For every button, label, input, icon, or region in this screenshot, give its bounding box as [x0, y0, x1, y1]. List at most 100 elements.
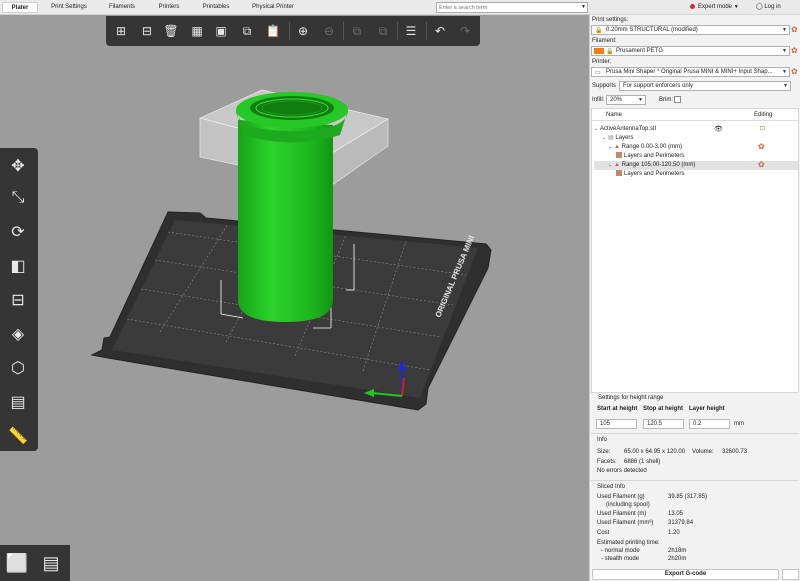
cut-icon[interactable]: ⊟	[4, 286, 32, 314]
paint-supports-icon[interactable]: ◈	[4, 320, 32, 348]
copy-icon[interactable]: ⧉	[236, 20, 258, 42]
object-list-header: Name Editing	[592, 109, 798, 121]
stop-label: Stop at height	[643, 406, 683, 412]
tab-physical-printer[interactable]: Physical Printer	[248, 2, 298, 13]
settings-icon	[616, 170, 622, 177]
scene-canvas[interactable]: ORIGINAL PRUSA MINI	[0, 15, 589, 581]
undo-icon[interactable]: ↶	[429, 20, 451, 42]
divider	[591, 480, 799, 481]
tab-printers[interactable]: Printers	[154, 2, 184, 13]
search-input[interactable]	[437, 3, 579, 12]
arrange-selection-icon[interactable]: ▣	[210, 20, 232, 42]
range-2-label: Range 105.00-120.50 (mm)	[621, 162, 696, 168]
stop-height-input[interactable]: 120.5	[643, 419, 684, 429]
measure-icon[interactable]: 📏	[4, 422, 32, 450]
tree-row-settings-1[interactable]: Layers and Perimeters	[616, 152, 798, 161]
height-range-title: Settings for height range	[598, 395, 664, 401]
start-label: Start at height	[597, 406, 638, 412]
gear-icon[interactable]: ✿	[758, 160, 765, 170]
mmu-painting-icon[interactable]: ▤	[4, 388, 32, 416]
model-cylinder[interactable]	[238, 120, 333, 322]
arrange-icon[interactable]: ▦	[186, 20, 208, 42]
mode-selector[interactable]: Expert mode ▼	[690, 2, 739, 13]
chevron-down-icon: ▼	[782, 69, 787, 75]
search-box[interactable]: ▼	[436, 2, 588, 13]
export-options-button[interactable]	[782, 569, 799, 580]
seam-painting-icon[interactable]: ⬡	[4, 354, 32, 382]
est-time-label: Estimated printing time:	[597, 540, 660, 546]
tree-row-range-1[interactable]: ⌄ ▲ Range 0.00-3.00 (mm) ✿	[608, 142, 798, 152]
settings-2-label: Layers and Perimeters	[624, 171, 685, 177]
size-value: 65.00 x 64.95 x 120.00	[624, 449, 686, 455]
supports-value: For support enforcers only	[623, 83, 694, 89]
place-on-face-icon[interactable]: ◧	[4, 252, 32, 280]
login-button[interactable]: ◯ Log in	[756, 2, 781, 13]
layers-icon: ▤	[608, 135, 614, 141]
filament-combo[interactable]: 🔒 Prusament PETG ▼	[591, 46, 790, 56]
gear-icon[interactable]: ✿	[758, 142, 765, 152]
tree-row-object[interactable]: ⌄ ActiveAntennaTop.stl 👁 ⊡	[594, 125, 798, 134]
edit-settings-icon[interactable]: ⊡	[760, 125, 765, 134]
gear-icon[interactable]: ✿	[791, 67, 798, 77]
toolbar-separator	[397, 22, 398, 40]
layer-label: Layer height	[689, 406, 725, 412]
chevron-down-icon: ▼	[783, 83, 788, 89]
tab-filaments[interactable]: Filaments	[104, 2, 140, 13]
redo-icon[interactable]: ↷	[454, 20, 476, 42]
infill-value: 20%	[610, 97, 623, 103]
brim-checkbox[interactable]	[674, 96, 681, 103]
toolbar-separator	[343, 22, 344, 40]
printer-label: Printer:	[592, 59, 612, 65]
settings-icon	[616, 152, 622, 159]
preview-icon[interactable]: ▤	[36, 548, 66, 578]
delete-all-icon[interactable]: 🗑	[160, 20, 182, 42]
login-label: Log in	[764, 4, 781, 10]
gear-icon[interactable]: ✿	[791, 25, 798, 35]
paste-icon[interactable]: 📋	[262, 20, 284, 42]
unit-label: mm	[734, 421, 744, 427]
eye-icon[interactable]: 👁	[714, 125, 723, 134]
tab-printables[interactable]: Printables	[198, 2, 234, 13]
info-title: Info	[597, 437, 608, 443]
supports-label: Supports	[592, 83, 617, 89]
gear-icon[interactable]: ✿	[791, 46, 798, 56]
range-1-label: Range 0.00-3.00 (mm)	[621, 144, 682, 150]
cost-value: 1.20	[668, 530, 680, 536]
tree-row-settings-2[interactable]: Layers and Perimeters	[616, 170, 798, 179]
object-name: ActiveAntennaTop.stl	[600, 126, 657, 132]
delete-icon[interactable]: ⊟	[136, 20, 158, 42]
used-g-label: Used Filament (g)	[597, 494, 645, 500]
chevron-down-icon: ▼	[782, 27, 787, 33]
lock-icon: 🔒	[606, 49, 614, 55]
layers-editing-icon[interactable]: ☰	[400, 20, 422, 42]
tab-plater[interactable]: Plater	[2, 2, 38, 13]
cost-label: Cost	[597, 530, 610, 536]
filament-color-swatch	[594, 48, 604, 54]
add-instance-icon[interactable]: ⊕	[292, 20, 314, 42]
rotate-icon[interactable]: ⟳	[4, 218, 32, 246]
infill-combo[interactable]: 20% ▼	[606, 95, 646, 105]
chevron-down-icon[interactable]: ▼	[581, 3, 586, 12]
remove-instance-icon[interactable]: ⊖	[318, 20, 340, 42]
expert-mode-dot-icon	[690, 3, 695, 9]
print-settings-combo[interactable]: 🔒 0.20mm STRUCTURAL (modified) ▼	[591, 25, 790, 35]
normal-mode-label: - normal mode	[601, 548, 640, 554]
lock-icon: 🔒	[595, 28, 603, 34]
printer-combo[interactable]: ▭ Prusa Mini Shaper * Original Prusa MINI…	[591, 67, 790, 77]
supports-combo[interactable]: For support enforcers only ▼	[619, 81, 791, 91]
tree-row-range-2[interactable]: ⌄ ▲ Range 105.00-120.50 (mm) ✿	[594, 160, 798, 170]
split-objects-icon[interactable]: ⧉	[346, 20, 368, 42]
add-icon[interactable]: ⊞	[110, 20, 132, 42]
tab-print-settings[interactable]: Print Settings	[46, 2, 92, 13]
3d-view-icon[interactable]: ⬜	[2, 548, 32, 578]
layer-height-input[interactable]: 0.2	[689, 419, 730, 429]
export-gcode-button[interactable]: Export G-code	[592, 569, 779, 580]
scale-icon[interactable]: ⤡	[4, 184, 32, 212]
3d-viewport[interactable]: ORIGINAL PRUSA MINI ⊞ ⊟ 🗑 ▦ ▣ ⧉ 📋 ⊕ ⊖ ⧉ …	[0, 15, 589, 581]
move-icon[interactable]: ✥	[4, 152, 32, 180]
col-editing: Editing	[754, 112, 773, 118]
tree-row-layers[interactable]: ⌄ ▤ Layers	[602, 134, 798, 143]
split-parts-icon[interactable]: ⧉	[372, 20, 394, 42]
infill-label: Infill:	[592, 97, 605, 103]
start-height-input[interactable]: 105	[596, 419, 637, 429]
